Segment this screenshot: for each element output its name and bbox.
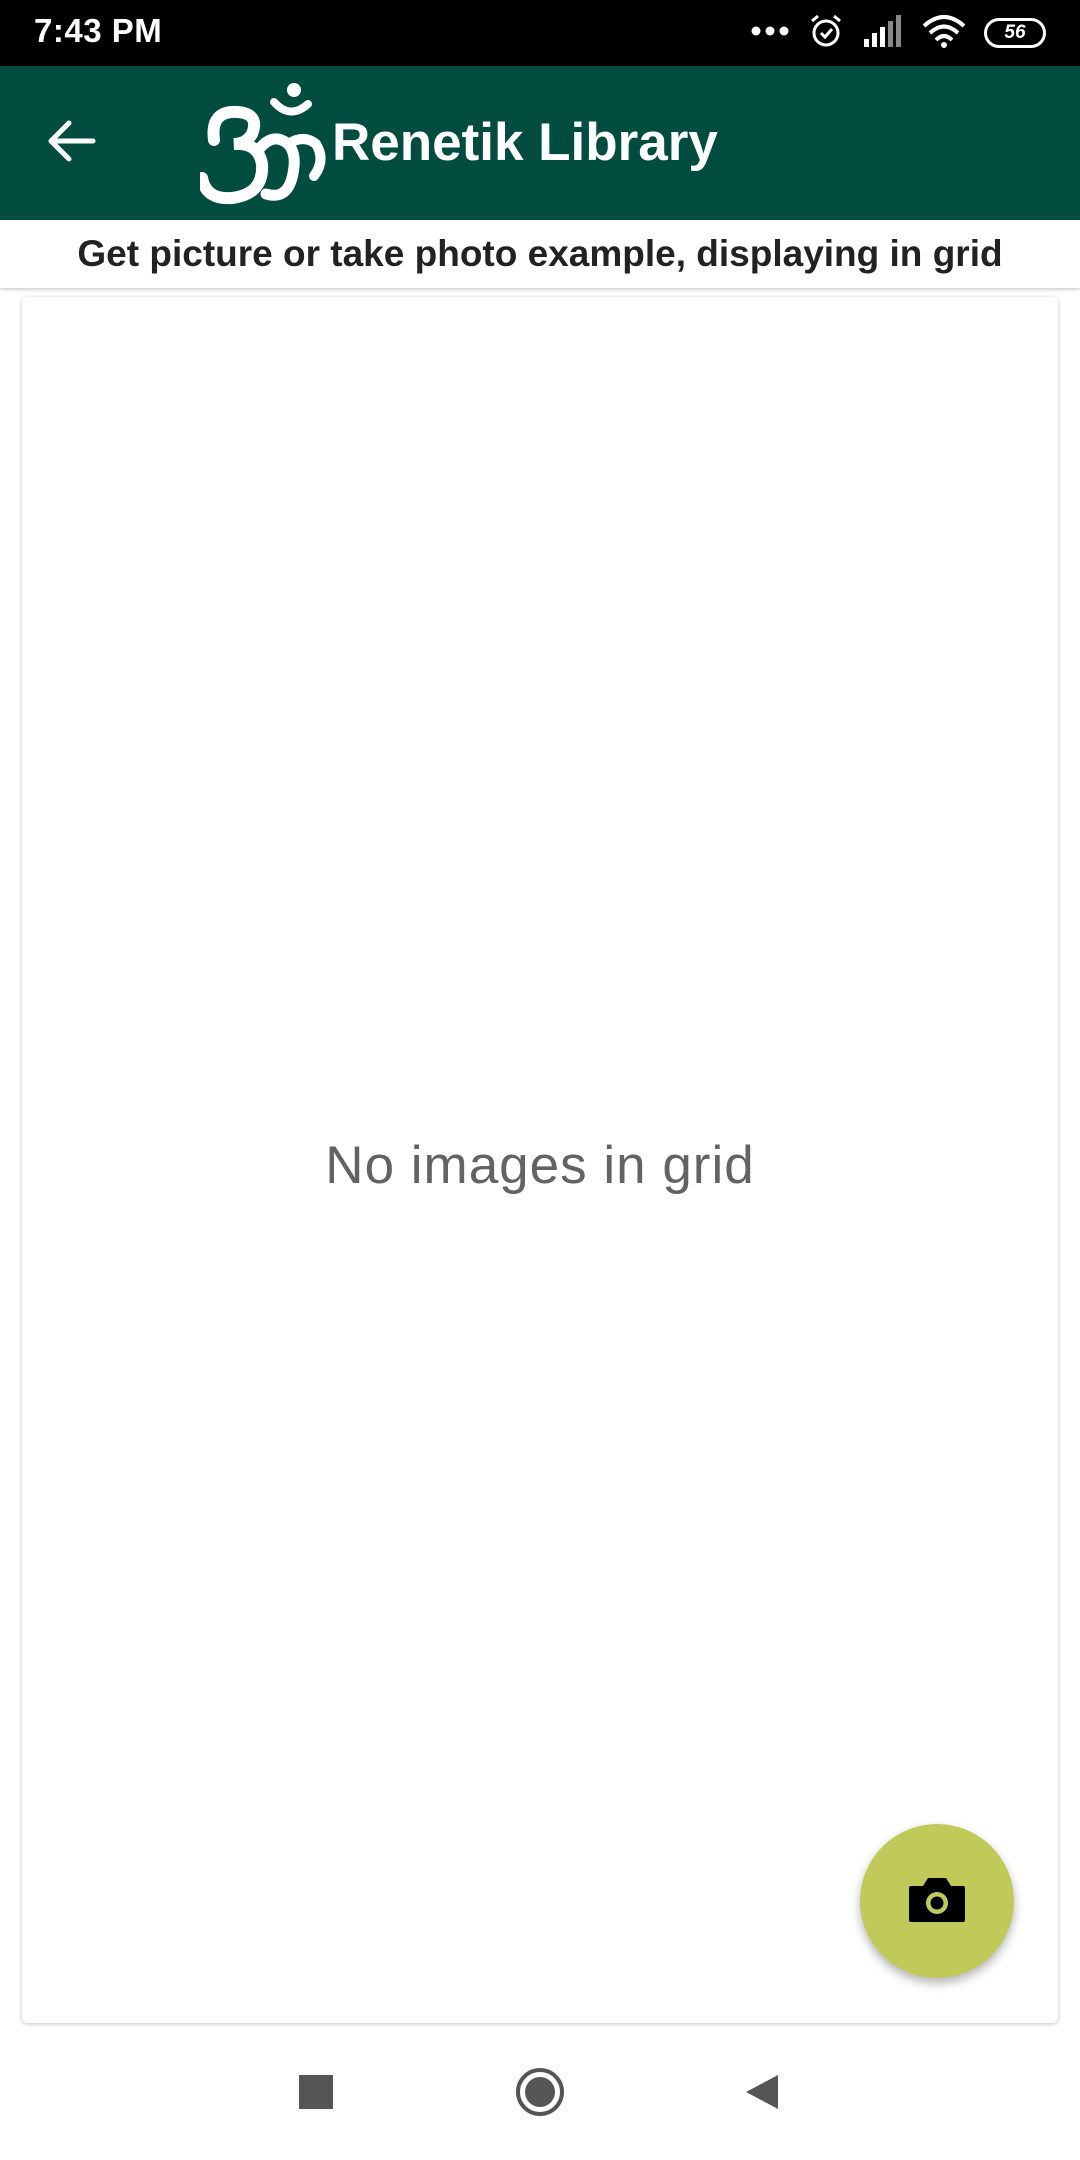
- back-triangle-icon: [744, 2073, 780, 2116]
- wifi-icon: [922, 14, 966, 53]
- home-button[interactable]: [496, 2050, 584, 2138]
- nav-back-button[interactable]: [718, 2050, 806, 2138]
- recents-button[interactable]: [272, 2050, 360, 2138]
- subheader-text: Get picture or take photo example, displ…: [77, 233, 1003, 274]
- image-grid: No images in grid: [22, 297, 1058, 2023]
- navigation-bar: [0, 2028, 1080, 2160]
- arrow-back-icon: [47, 119, 97, 168]
- status-time: 7:43 PM: [34, 12, 163, 49]
- status-bar: 7:43 PM 56: [0, 0, 1080, 66]
- empty-grid-message: No images in grid: [325, 1136, 755, 1195]
- take-photo-button[interactable]: [860, 1824, 1014, 1978]
- om-logo-icon: [196, 82, 326, 206]
- subheader: Get picture or take photo example, displ…: [0, 220, 1080, 288]
- signal-icon: [862, 14, 904, 52]
- camera-icon: [907, 1874, 967, 1929]
- app-title: Renetik Library: [332, 113, 718, 172]
- status-icons: 56: [750, 12, 1046, 54]
- battery-icon: 56: [984, 18, 1046, 48]
- home-circle-icon: [514, 2066, 566, 2123]
- app-bar: Renetik Library: [0, 66, 1080, 220]
- alarm-icon: [808, 13, 844, 54]
- recents-square-icon: [299, 2074, 333, 2114]
- more-dots-icon: [750, 24, 790, 42]
- back-button[interactable]: [36, 107, 108, 179]
